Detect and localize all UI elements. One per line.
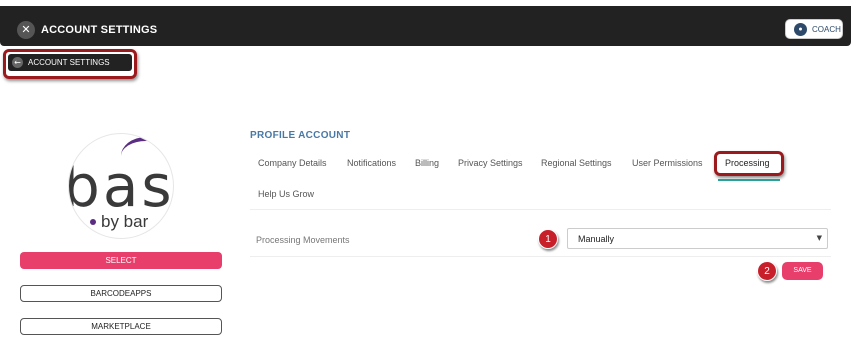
profile-account-title: PROFILE ACCOUNT <box>250 130 351 141</box>
app-header: ✕ ACCOUNT SETTINGS ● COACH <box>0 6 851 46</box>
tabs-divider <box>250 209 831 210</box>
step-2-badge: 2 <box>757 261 777 281</box>
active-tab-underline <box>718 179 780 181</box>
field-divider <box>250 256 831 257</box>
tab-billing[interactable]: Billing <box>415 158 439 168</box>
barcodeapps-button[interactable]: BARCODEAPPS <box>20 285 222 302</box>
company-logo: bas by bar <box>68 133 174 239</box>
save-button[interactable]: SAVE <box>782 262 823 280</box>
logo-dot <box>90 219 96 225</box>
dropdown-arrow-icon: ▼ <box>816 234 822 242</box>
processing-movements-label: Processing Movements <box>256 235 350 245</box>
tab-processing[interactable]: Processing <box>725 158 770 168</box>
coach-label: COACH <box>812 25 841 34</box>
tab-company-details[interactable]: Company Details <box>258 158 327 168</box>
logo-subtext: by bar <box>101 212 149 231</box>
tab-user-permissions[interactable]: User Permissions <box>632 158 703 168</box>
select-button[interactable]: SELECT <box>20 252 222 269</box>
tab-notifications[interactable]: Notifications <box>347 158 396 168</box>
tools-icon: ✕ <box>17 21 35 39</box>
step-1-badge: 1 <box>538 229 558 249</box>
marketplace-button[interactable]: MARKETPLACE <box>20 318 222 335</box>
select-value: Manually <box>578 234 615 244</box>
processing-movements-select[interactable]: Manually ▼ <box>567 228 828 249</box>
breadcrumb-label: ACCOUNT SETTINGS <box>28 58 110 67</box>
tab-help-us-grow[interactable]: Help Us Grow <box>258 189 314 199</box>
breadcrumb-button[interactable]: ← ACCOUNT SETTINGS <box>8 54 132 71</box>
coach-icon: ● <box>794 23 807 36</box>
tab-regional-settings[interactable]: Regional Settings <box>541 158 612 168</box>
page-title: ACCOUNT SETTINGS <box>41 24 158 36</box>
logo-text: bas <box>68 152 174 220</box>
coach-button[interactable]: ● COACH <box>785 19 843 39</box>
back-arrow-icon: ← <box>12 57 23 68</box>
tab-privacy-settings[interactable]: Privacy Settings <box>458 158 523 168</box>
